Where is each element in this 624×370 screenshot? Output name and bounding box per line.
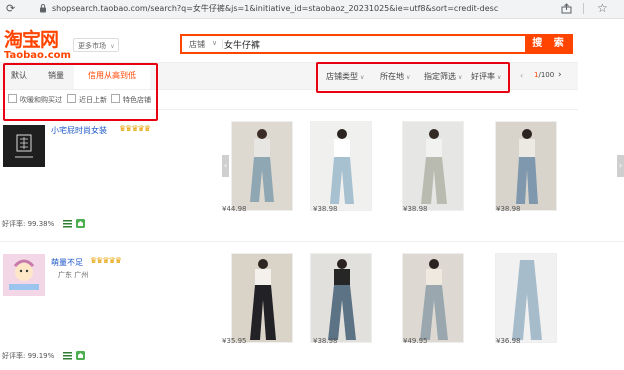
chevron-left-icon[interactable]: ‹ — [520, 71, 523, 80]
product-price: ¥38.98 — [403, 205, 428, 213]
back-arrow-icon[interactable]: ⟳ — [6, 2, 15, 15]
search-divider — [222, 39, 223, 49]
more-markets-label: 更多市场 — [78, 42, 106, 50]
product-image — [311, 122, 371, 210]
product-image — [403, 122, 463, 210]
crown-rating-icons: ♛♛♛♛♛ — [119, 124, 151, 133]
logo-chinese: 淘宝网 — [4, 29, 59, 51]
shop-badge-icon[interactable] — [76, 219, 85, 228]
product-price: ¥38.98 — [313, 205, 338, 213]
shop-badge-icon[interactable] — [76, 351, 85, 360]
product-price: ¥38.98 — [496, 205, 521, 213]
highlight-box-right — [316, 62, 510, 93]
url-text[interactable]: shopsearch.taobao.com/search?q=女牛仔裤&js=1… — [52, 3, 498, 14]
shop-name-link[interactable]: 萌量不足 — [51, 257, 83, 268]
product-image — [496, 122, 556, 210]
product-thumbnail[interactable] — [402, 121, 464, 211]
product-price: ¥38.98 — [313, 337, 338, 345]
share-icon[interactable] — [561, 3, 572, 14]
browser-address-bar: ⟳ shopsearch.taobao.com/search?q=女牛仔裤&js… — [0, 0, 624, 19]
product-thumbnail[interactable] — [402, 253, 464, 343]
carousel-next-button[interactable]: › — [617, 155, 624, 177]
toolbar-divider — [583, 3, 584, 14]
shop-avatar[interactable] — [3, 125, 45, 167]
shop-logo-icon — [3, 254, 45, 296]
shop-name-link[interactable]: 小宅屁时尚女装 — [51, 125, 107, 136]
bookmark-star-icon[interactable]: ☆ — [597, 1, 608, 15]
product-image — [496, 254, 556, 342]
page-indicator: 1/100 — [534, 71, 554, 79]
chevron-right-icon[interactable]: › — [558, 70, 562, 80]
product-thumbnail[interactable] — [231, 253, 293, 343]
product-price: ¥35.95 — [222, 337, 247, 345]
positive-rating: 好评率: 99.38% — [2, 220, 55, 228]
product-image — [232, 122, 292, 210]
search-button[interactable]: 搜 索 — [527, 34, 573, 54]
product-price: ¥44.98 — [222, 205, 247, 213]
product-price: ¥49.95 — [403, 337, 428, 345]
product-image — [311, 254, 371, 342]
product-thumbnail[interactable] — [495, 253, 557, 343]
search-box: 店铺 ∨ — [180, 34, 527, 54]
shop-avatar[interactable] — [3, 254, 45, 296]
row-separator — [0, 241, 624, 242]
total-pages: /100 — [538, 71, 555, 79]
list-icon[interactable] — [63, 219, 72, 228]
crown-rating-icons: ♛♛♛♛♛ — [90, 256, 122, 265]
search-input[interactable] — [224, 37, 514, 51]
search-category-select[interactable]: 店铺 — [189, 39, 205, 50]
taobao-logo[interactable]: 淘宝网 Taobao.com — [4, 30, 71, 61]
shop-logo-icon — [3, 125, 45, 167]
product-thumbnail[interactable] — [310, 121, 372, 211]
positive-rating: 好评率: 99.19% — [2, 352, 55, 360]
product-thumbnail[interactable] — [495, 121, 557, 211]
highlight-box-left — [3, 63, 158, 121]
chevron-down-icon: ∨ — [110, 43, 115, 50]
carousel-prev-button[interactable]: ‹ — [222, 155, 229, 177]
product-thumbnail[interactable] — [231, 121, 293, 211]
product-image — [403, 254, 463, 342]
product-thumbnail[interactable] — [310, 253, 372, 343]
product-price: ¥36.98 — [496, 337, 521, 345]
chevron-down-icon[interactable]: ∨ — [212, 39, 217, 47]
more-markets-dropdown[interactable]: 更多市场 ∨ — [73, 38, 119, 52]
shop-location: 广东 广州 — [58, 271, 89, 279]
list-icon[interactable] — [63, 351, 72, 360]
lock-icon[interactable] — [38, 3, 48, 13]
product-image — [232, 254, 292, 342]
logo-english: Taobao.com — [4, 50, 71, 61]
